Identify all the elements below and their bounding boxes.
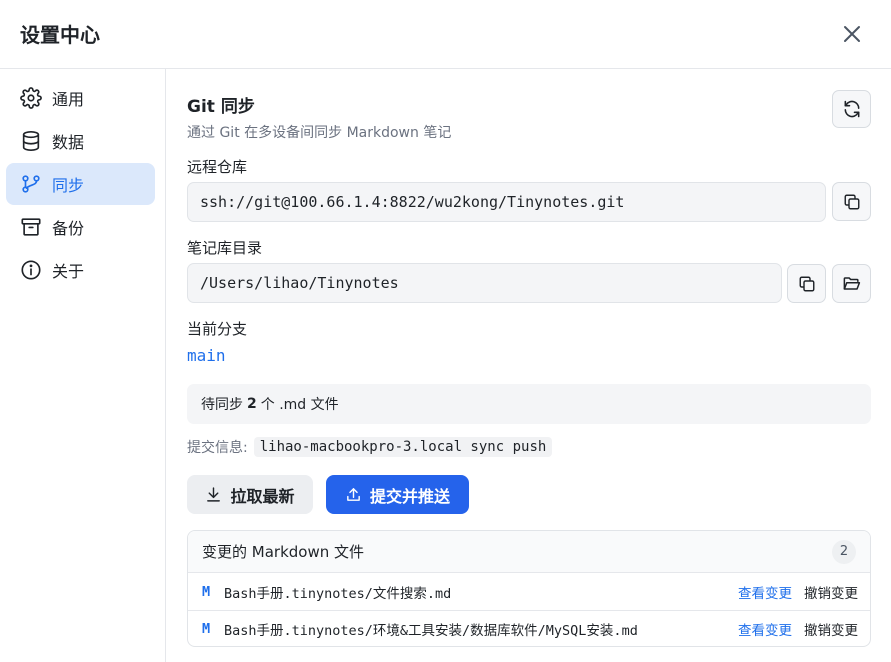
view-changes-link[interactable]: 查看变更 <box>738 619 792 639</box>
copy-icon <box>844 194 859 209</box>
pending-prefix: 待同步 <box>201 397 243 413</box>
changed-files-panel: 变更的 Markdown 文件 2 M Bash手册.tinynotes/文件搜… <box>187 530 871 647</box>
sidebar-item-about[interactable]: 关于 <box>6 249 155 291</box>
pending-sync-banner: 待同步 2 个 .md 文件 <box>187 384 871 424</box>
upload-icon <box>347 488 360 501</box>
copy-remote-button[interactable] <box>832 182 871 221</box>
settings-dialog: 设置中心 通用 数据 同步 备份 关于 Git 同步 通过 Git 在多设备间同… <box>0 0 891 662</box>
copy-dir-button[interactable] <box>787 264 826 303</box>
dialog-title: 设置中心 <box>20 23 100 47</box>
info-icon <box>21 260 41 280</box>
remote-url-field[interactable]: ssh://git@100.66.1.4:8822/wu2kong/Tinyno… <box>187 182 826 222</box>
view-changes-link[interactable]: 查看变更 <box>738 582 792 602</box>
branch-label: 当前分支 <box>187 320 248 338</box>
section-title: Git 同步 <box>187 97 255 117</box>
remote-label: 远程仓库 <box>187 158 248 176</box>
list-item: M Bash手册.tinynotes/文件搜索.md 查看变更 撤销变更 <box>188 573 870 610</box>
section-description: 通过 Git 在多设备间同步 Markdown 笔记 <box>187 125 452 141</box>
commit-info: 提交信息: lihao-macbookpro-3.local sync push <box>187 437 553 457</box>
sidebar-item-data[interactable]: 数据 <box>6 120 155 162</box>
sidebar-item-label: 数据 <box>52 133 85 152</box>
commit-label: 提交信息: <box>187 440 248 456</box>
pull-latest-button[interactable]: 拉取最新 <box>187 475 313 514</box>
revert-changes-link[interactable]: 撤销变更 <box>804 582 858 602</box>
sidebar-item-backup[interactable]: 备份 <box>6 206 155 248</box>
commit-message: lihao-macbookpro-3.local sync push <box>253 437 553 457</box>
notes-dir-field[interactable]: /Users/lihao/Tinynotes <box>187 263 782 303</box>
modified-status: M <box>202 583 211 600</box>
refresh-button[interactable] <box>832 90 871 128</box>
folder-open-icon <box>843 277 861 290</box>
modified-status: M <box>202 621 211 637</box>
list-item: M Bash手册.tinynotes/环境&工具安装/数据库软件/MySQL安装… <box>188 610 870 646</box>
dialog-header: 设置中心 <box>0 0 891 69</box>
close-icon <box>844 26 860 42</box>
settings-sidebar: 通用 数据 同步 备份 关于 <box>0 69 166 662</box>
sidebar-item-label: 备份 <box>52 219 85 238</box>
database-icon <box>22 131 40 151</box>
file-path: Bash手册.tinynotes/环境&工具安装/数据库软件/MySQL安装.m… <box>224 623 638 639</box>
push-label: 提交并推送 <box>369 486 450 506</box>
pending-suffix: 个 .md 文件 <box>260 397 339 413</box>
file-path: Bash手册.tinynotes/文件搜索.md <box>224 585 452 602</box>
sidebar-item-label: 通用 <box>52 90 85 109</box>
notes-dir-label: 笔记库目录 <box>187 239 263 257</box>
commit-and-push-button[interactable]: 提交并推送 <box>326 475 469 514</box>
archive-icon <box>21 218 41 236</box>
copy-icon <box>799 276 814 291</box>
sync-panel: Git 同步 通过 Git 在多设备间同步 Markdown 笔记 远程仓库 s… <box>166 69 891 662</box>
gear-icon <box>20 87 42 109</box>
sidebar-item-general[interactable]: 通用 <box>6 77 155 119</box>
changed-files-title: 变更的 Markdown 文件 <box>202 543 364 561</box>
git-branch-icon <box>22 175 40 193</box>
pull-label: 拉取最新 <box>230 486 295 506</box>
close-button[interactable] <box>836 18 868 50</box>
open-folder-button[interactable] <box>832 264 871 303</box>
sidebar-item-sync[interactable]: 同步 <box>6 163 155 205</box>
current-branch: main <box>187 346 226 365</box>
download-icon <box>207 487 221 502</box>
refresh-icon <box>844 100 859 118</box>
sidebar-item-label: 关于 <box>52 262 85 281</box>
sidebar-item-label: 同步 <box>52 176 85 195</box>
revert-changes-link[interactable]: 撤销变更 <box>804 619 858 639</box>
changed-files-header: 变更的 Markdown 文件 2 <box>188 531 870 573</box>
changed-files-count: 2 <box>832 539 856 564</box>
pending-count: 2 <box>247 396 257 412</box>
